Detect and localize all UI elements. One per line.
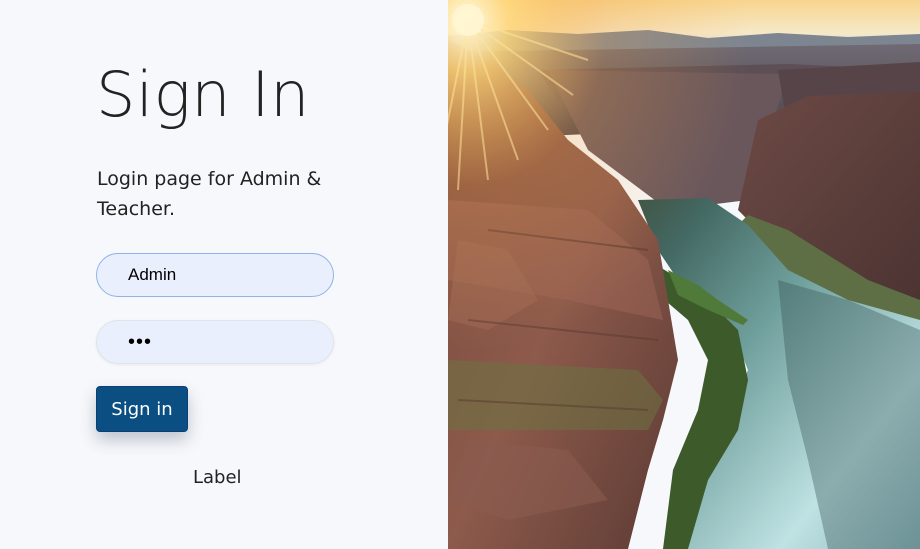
login-description: Login page for Admin & Teacher. xyxy=(97,168,322,220)
page-title: Sign In xyxy=(96,58,310,131)
sign-in-button[interactable]: Sign in xyxy=(96,386,188,432)
username-input[interactable] xyxy=(96,253,334,297)
password-input[interactable] xyxy=(96,320,334,364)
login-panel: Sign In Login page for Admin & Teacher. … xyxy=(0,0,448,549)
footer-label: Label xyxy=(193,467,242,488)
canyon-photo xyxy=(448,0,920,549)
hero-image xyxy=(448,0,920,549)
